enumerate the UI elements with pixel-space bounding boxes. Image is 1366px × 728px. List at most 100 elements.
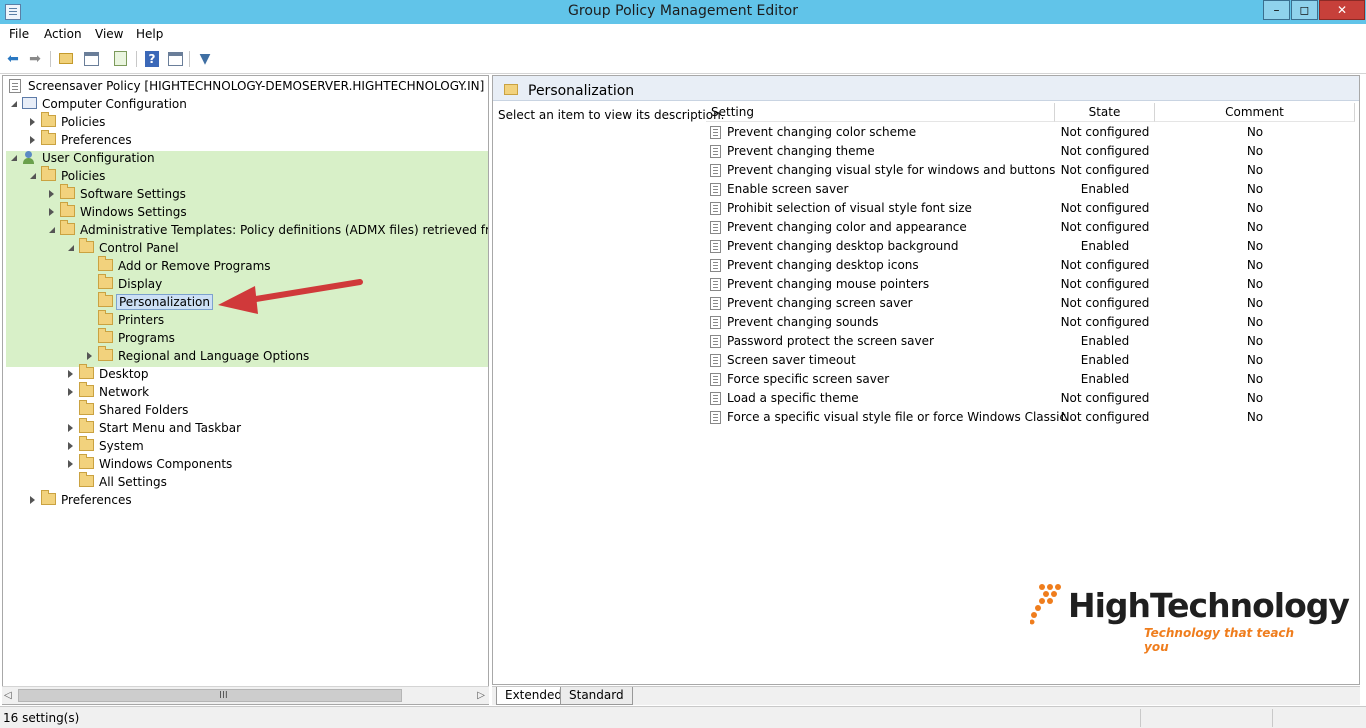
scrollbar-grip: III	[219, 690, 228, 701]
expanded-arrow-icon[interactable]	[11, 155, 17, 161]
scroll-left-icon[interactable]: ◁	[4, 690, 12, 701]
setting-state: Not configured	[1060, 315, 1150, 329]
collapsed-arrow-icon[interactable]	[49, 208, 54, 216]
filter-icon[interactable]: ▼	[195, 49, 215, 69]
setting-row[interactable]: Prevent changing theme Not configured No	[706, 142, 1356, 161]
setting-name: Prevent changing color and appearance	[727, 220, 967, 234]
setting-name: Force a specific visual style file or fo…	[727, 410, 1067, 424]
setting-row[interactable]: Prevent changing desktop background Enabl…	[706, 237, 1356, 256]
console-tree[interactable]: Screensaver Policy [HIGHTECHNOLOGY-DEMOS…	[2, 75, 489, 705]
collapsed-arrow-icon[interactable]	[30, 136, 35, 144]
tree-node-label: Control Panel	[99, 241, 179, 255]
setting-row[interactable]: Prevent changing desktop icons Not config…	[706, 256, 1356, 275]
status-text: 16 setting(s)	[3, 711, 80, 725]
expanded-arrow-icon[interactable]	[11, 101, 17, 107]
column-header-comment[interactable]: Comment	[1155, 103, 1355, 122]
setting-name: Prevent changing color scheme	[727, 125, 917, 139]
collapsed-arrow-icon[interactable]	[68, 388, 73, 396]
collapsed-arrow-icon[interactable]	[30, 118, 35, 126]
setting-row[interactable]: Prevent changing color scheme Not configu…	[706, 123, 1356, 142]
tree-node-label: Administrative Templates: Policy definit…	[80, 223, 489, 237]
setting-row[interactable]: Force specific screen saver Enabled No	[706, 370, 1356, 389]
collapsed-arrow-icon[interactable]	[68, 460, 73, 468]
folder-icon	[79, 418, 94, 433]
setting-row[interactable]: Prevent changing screen saver Not configu…	[706, 294, 1356, 313]
setting-comment: No	[1246, 182, 1264, 196]
tree-node-label: Display	[118, 277, 163, 291]
setting-row[interactable]: Screen saver timeout Enabled No	[706, 351, 1356, 370]
menu-action[interactable]: Action	[44, 27, 82, 41]
setting-state: Enabled	[1080, 372, 1130, 386]
collapsed-arrow-icon[interactable]	[68, 442, 73, 450]
tree-horizontal-scrollbar[interactable]: ◁ III ▷	[2, 686, 489, 704]
folder-icon	[60, 202, 75, 217]
folder-icon	[98, 328, 113, 343]
folder-icon	[79, 454, 94, 469]
setting-row[interactable]: Enable screen saver Enabled No	[706, 180, 1356, 199]
collapsed-arrow-icon[interactable]	[68, 370, 73, 378]
setting-row[interactable]: Prevent changing mouse pointers Not confi…	[706, 275, 1356, 294]
minimize-button[interactable]: –	[1263, 0, 1290, 20]
tree-node-label: Software Settings	[80, 187, 186, 201]
setting-state: Not configured	[1060, 258, 1150, 272]
properties-icon[interactable]	[165, 49, 185, 69]
folder-icon	[41, 166, 56, 181]
export-list-icon[interactable]	[110, 49, 130, 69]
scrollbar-thumb[interactable]: III	[18, 689, 402, 702]
folder-icon	[41, 130, 56, 145]
all-settings-icon	[79, 472, 94, 487]
tab-standard[interactable]: Standard	[560, 687, 633, 705]
collapsed-arrow-icon[interactable]	[30, 496, 35, 504]
setting-comment: No	[1246, 125, 1264, 139]
setting-name: Password protect the screen saver	[727, 334, 934, 348]
menu-help[interactable]: Help	[136, 27, 163, 41]
close-button[interactable]: ✕	[1319, 0, 1365, 20]
setting-name: Prevent changing desktop icons	[727, 258, 919, 272]
expanded-arrow-icon[interactable]	[30, 173, 36, 179]
collapsed-arrow-icon[interactable]	[68, 424, 73, 432]
forward-icon[interactable]: ➡	[25, 49, 45, 69]
policy-document-icon	[9, 79, 21, 93]
policy-setting-icon	[710, 411, 721, 424]
setting-name: Prevent changing sounds	[727, 315, 879, 329]
folder-icon	[79, 400, 94, 415]
status-bar: 16 setting(s)	[0, 706, 1366, 728]
policy-setting-icon	[710, 145, 721, 158]
setting-row[interactable]: Password protect the screen saver Enabled…	[706, 332, 1356, 351]
show-hide-tree-icon[interactable]	[81, 49, 101, 69]
setting-name: Prevent changing mouse pointers	[727, 277, 930, 291]
collapsed-arrow-icon[interactable]	[87, 352, 92, 360]
setting-state: Not configured	[1060, 220, 1150, 234]
setting-comment: No	[1246, 410, 1264, 424]
tree-node-label: Preferences	[61, 133, 132, 147]
menu-view[interactable]: View	[95, 27, 123, 41]
folder-icon	[98, 310, 113, 325]
collapsed-arrow-icon[interactable]	[49, 190, 54, 198]
setting-state: Not configured	[1060, 201, 1150, 215]
folder-icon	[79, 436, 94, 451]
policy-setting-icon	[710, 297, 721, 310]
up-folder-icon[interactable]	[56, 49, 76, 69]
setting-state: Not configured	[1060, 163, 1150, 177]
menu-file[interactable]: File	[9, 27, 29, 41]
setting-name: Enable screen saver	[727, 182, 849, 196]
setting-row[interactable]: Prevent changing sounds Not configured No	[706, 313, 1356, 332]
setting-row[interactable]: Prohibit selection of visual style font …	[706, 199, 1356, 218]
details-title: Personalization	[528, 83, 635, 99]
expanded-arrow-icon[interactable]	[49, 227, 55, 233]
maximize-button[interactable]: ◻	[1291, 0, 1318, 20]
setting-comment: No	[1246, 277, 1264, 291]
tree-node-label: Programs	[118, 331, 175, 345]
folder-icon	[504, 84, 518, 95]
column-header-setting[interactable]: Setting	[706, 103, 1055, 122]
expanded-arrow-icon[interactable]	[68, 245, 74, 251]
help-icon[interactable]: ?	[142, 49, 162, 69]
setting-row[interactable]: Load a specific theme Not configured No	[706, 389, 1356, 408]
back-icon[interactable]: ⬅	[3, 49, 23, 69]
column-header-state[interactable]: State	[1055, 103, 1155, 122]
setting-row[interactable]: Force a specific visual style file or fo…	[706, 408, 1356, 427]
setting-row[interactable]: Prevent changing visual style for window…	[706, 161, 1356, 180]
tree-node-label: Windows Components	[99, 457, 233, 471]
setting-row[interactable]: Prevent changing color and appearance Not…	[706, 218, 1356, 237]
scroll-right-icon[interactable]: ▷	[477, 690, 485, 701]
